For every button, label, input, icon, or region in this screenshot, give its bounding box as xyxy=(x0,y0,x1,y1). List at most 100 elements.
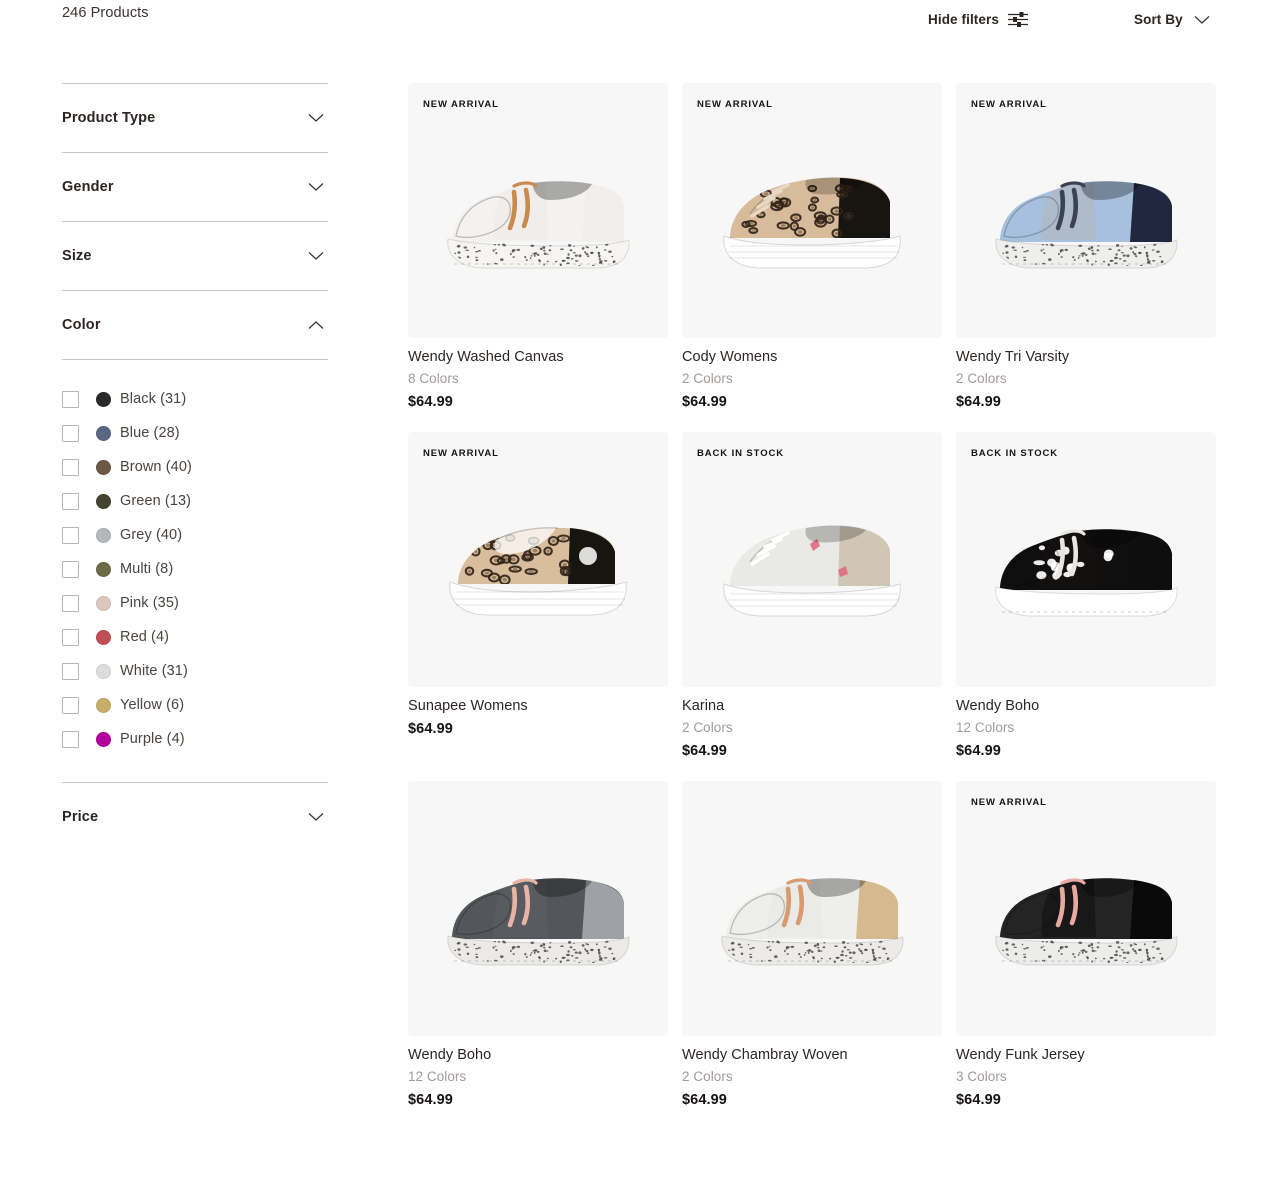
color-swatch-icon xyxy=(96,731,111,747)
product-badge: NEW ARRIVAL xyxy=(423,99,499,110)
product-name: Wendy Boho xyxy=(408,1046,492,1063)
color-label: Yellow (6) xyxy=(120,697,185,713)
facet-title: Price xyxy=(62,809,99,825)
facet-color[interactable]: Color xyxy=(62,291,328,359)
facet-title: Product Type xyxy=(62,110,156,126)
chevron-down-icon xyxy=(308,812,324,822)
color-label: Brown (40) xyxy=(120,459,192,475)
color-label: Green (13) xyxy=(120,493,192,509)
product-image[interactable]: BACK IN STOCK xyxy=(956,431,1216,687)
color-label: Black (31) xyxy=(120,391,187,407)
color-filter-option[interactable]: Black (31) xyxy=(62,382,328,416)
shoe-photo xyxy=(956,781,1216,1036)
color-filter-option[interactable]: Red (4) xyxy=(62,620,328,654)
chevron-down-icon xyxy=(308,182,324,192)
facet-price[interactable]: Price xyxy=(62,783,328,851)
product-badge: NEW ARRIVAL xyxy=(971,796,1047,808)
product-image[interactable]: NEW ARRIVAL xyxy=(408,431,668,687)
shoe-photo xyxy=(682,781,942,1036)
product-price: $64.99 xyxy=(682,1091,727,1108)
product-price: $64.99 xyxy=(956,1091,1001,1108)
product-price: $64.99 xyxy=(682,393,727,410)
color-checkbox[interactable] xyxy=(62,424,79,442)
product-card[interactable]: Wendy Chambray Woven 2 Colors $64.99 xyxy=(682,780,942,1109)
facet-gender[interactable]: Gender xyxy=(62,153,328,221)
product-card[interactable]: NEW ARRIVAL Sunapee Womens $64.99 xyxy=(408,431,668,760)
product-badge: BACK IN STOCK xyxy=(697,447,784,459)
facet-title: Color xyxy=(62,317,101,333)
product-card[interactable]: NEW ARRIVAL Wendy Washed Canvas 8 Colors $… xyxy=(408,83,668,411)
product-image[interactable]: NEW ARRIVAL xyxy=(956,83,1216,338)
shoe-photo xyxy=(956,432,1216,687)
facet-title: Size xyxy=(62,248,92,264)
color-swatch-icon xyxy=(96,493,111,509)
product-price: $64.99 xyxy=(408,721,453,738)
chevron-down-icon xyxy=(1194,15,1210,25)
facet-product-type[interactable]: Product Type xyxy=(62,84,328,152)
color-filter-option[interactable]: Brown (40) xyxy=(62,450,328,484)
color-filter-option[interactable]: Pink (35) xyxy=(62,586,328,620)
color-filter-option[interactable]: Grey (40) xyxy=(62,518,328,552)
color-filter-option[interactable]: Purple (4) xyxy=(62,722,328,756)
color-checkbox[interactable] xyxy=(62,390,79,408)
hide-filters-button[interactable]: Hide filters xyxy=(928,12,1028,27)
filter-sliders-icon xyxy=(1007,12,1028,27)
facet-size[interactable]: Size xyxy=(62,222,328,290)
product-card[interactable]: NEW ARRIVAL Cody Womens 2 Colors $64.99 xyxy=(682,83,942,411)
color-label: Pink (35) xyxy=(120,595,179,611)
shoe-illustration xyxy=(446,878,630,966)
color-checkbox[interactable] xyxy=(62,628,79,646)
product-price: $64.99 xyxy=(408,393,453,410)
color-swatch-icon xyxy=(96,459,111,475)
product-badge: NEW ARRIVAL xyxy=(971,99,1047,110)
product-price: $64.99 xyxy=(956,393,1001,410)
product-name: Wendy Funk Jersey xyxy=(956,1046,1085,1063)
product-card[interactable]: BACK IN STOCK Karina 2 Colors $64.99 xyxy=(682,431,942,760)
product-card[interactable]: NEW ARRIVAL Wendy Funk Jersey 3 Colors $64… xyxy=(956,780,1216,1109)
shoe-photo xyxy=(956,83,1216,338)
product-name: Wendy Tri Varsity xyxy=(956,349,1070,365)
facet-title: Gender xyxy=(62,179,114,195)
shoe-illustration xyxy=(722,177,901,268)
color-checkbox[interactable] xyxy=(62,730,79,748)
color-filter-option[interactable]: Blue (28) xyxy=(62,416,328,450)
product-color-count: 12 Colors xyxy=(408,1069,467,1085)
color-label: White (31) xyxy=(120,663,188,679)
color-label: Grey (40) xyxy=(120,527,183,543)
product-card[interactable]: NEW ARRIVAL Wendy Tri Varsity 2 Colors $64… xyxy=(956,83,1216,411)
product-image[interactable]: NEW ARRIVAL xyxy=(408,83,668,338)
product-color-count: 12 Colors xyxy=(956,720,1015,736)
product-badge: NEW ARRIVAL xyxy=(423,447,499,459)
product-color-count: 2 Colors xyxy=(682,1069,733,1085)
shoe-photo xyxy=(408,781,668,1036)
shoe-illustration xyxy=(720,878,904,966)
shoe-illustration xyxy=(994,878,1178,966)
color-swatch-icon xyxy=(96,629,111,645)
product-card[interactable]: Wendy Boho 12 Colors $64.99 xyxy=(408,780,668,1109)
product-image[interactable] xyxy=(408,780,668,1036)
color-checkbox[interactable] xyxy=(62,662,79,680)
color-filter-option[interactable]: Green (13) xyxy=(62,484,328,518)
product-count: 246 Products xyxy=(62,5,149,21)
product-card[interactable]: BACK IN STOCK Wendy Boho 12 Colors $64.99 xyxy=(956,431,1216,760)
product-image[interactable]: NEW ARRIVAL xyxy=(956,780,1216,1036)
color-checkbox[interactable] xyxy=(62,492,79,510)
filter-sidebar: Product Type Gender Size Color Black (31… xyxy=(62,83,328,851)
product-image[interactable]: NEW ARRIVAL xyxy=(682,83,942,338)
color-checkbox[interactable] xyxy=(62,526,79,544)
shoe-photo xyxy=(408,432,668,687)
color-checkbox[interactable] xyxy=(62,696,79,714)
color-filter-option[interactable]: Yellow (6) xyxy=(62,688,328,722)
color-checkbox[interactable] xyxy=(62,458,79,476)
listing-toolbar: 246 Products Hide filters Sort By xyxy=(0,0,1280,48)
shoe-illustration xyxy=(446,180,630,268)
color-label: Blue (28) xyxy=(120,425,180,441)
product-name: Wendy Washed Canvas xyxy=(408,349,564,365)
product-image[interactable]: BACK IN STOCK xyxy=(682,431,942,687)
color-checkbox[interactable] xyxy=(62,560,79,578)
color-filter-option[interactable]: Multi (8) xyxy=(62,552,328,586)
product-image[interactable] xyxy=(682,780,942,1036)
sort-by-dropdown[interactable]: Sort By xyxy=(1134,12,1210,27)
color-filter-option[interactable]: White (31) xyxy=(62,654,328,688)
color-checkbox[interactable] xyxy=(62,594,79,612)
